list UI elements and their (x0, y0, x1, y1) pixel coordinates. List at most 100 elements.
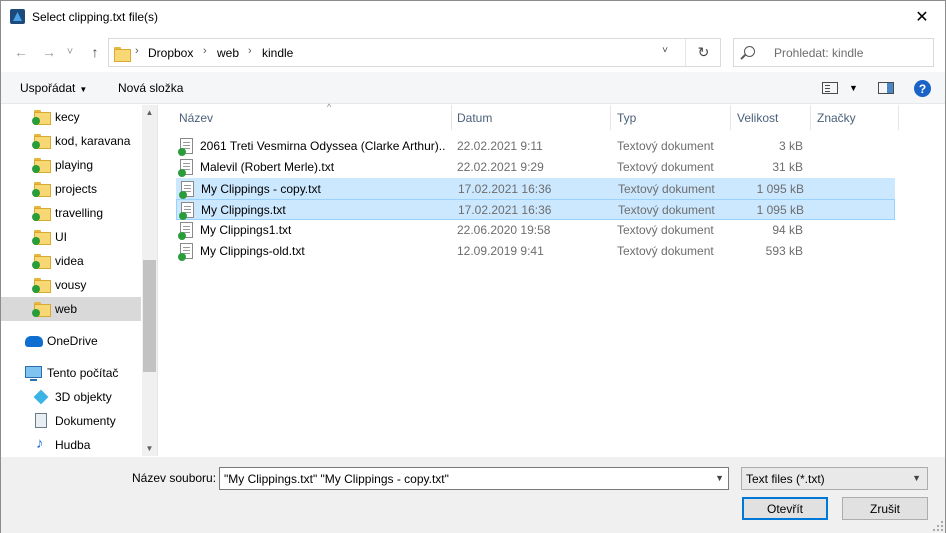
chevron-down-icon[interactable]: ▼ (715, 473, 724, 483)
breadcrumb-dropbox[interactable]: Dropbox (148, 46, 193, 60)
3d-objects-icon (33, 389, 49, 405)
cancel-button[interactable]: Zrušit (842, 497, 928, 520)
column-header-tags[interactable]: Značky (817, 105, 897, 130)
sidebar-item-projects[interactable]: projects (1, 177, 141, 201)
column-header-date[interactable]: Datum (457, 105, 609, 130)
forward-button[interactable]: → (39, 42, 59, 62)
sidebar-item-documents[interactable]: Dokumenty (1, 409, 141, 433)
file-row-selected[interactable]: My Clippings - copy.txt 17.02.2021 16:36… (176, 178, 895, 199)
organize-label: Uspořádat (20, 81, 76, 95)
sync-check-icon (178, 253, 186, 261)
documents-icon (35, 413, 47, 428)
file-type: Textový dokument (617, 139, 714, 153)
sync-check-icon (32, 117, 40, 125)
sidebar-item-label: 3D objekty (55, 390, 112, 404)
recent-locations-button[interactable]: ˅ (63, 42, 77, 62)
address-bar[interactable]: › Dropbox › web › kindle ˅ ↻ (108, 38, 721, 67)
file-name: My Clippings - copy.txt (201, 182, 321, 196)
file-date: 22.06.2020 19:58 (457, 223, 551, 237)
column-header-name[interactable]: Název ^ (179, 102, 451, 130)
file-type: Textový dokument (617, 160, 714, 174)
sync-check-icon (179, 212, 187, 220)
sidebar-item-label: vousy (55, 278, 87, 292)
column-header-label: Název (179, 111, 214, 125)
column-divider[interactable] (810, 105, 811, 130)
column-header-size[interactable]: Velikost (737, 105, 809, 130)
close-button[interactable]: ✕ (899, 1, 945, 32)
new-folder-button[interactable]: Nová složka (118, 81, 183, 95)
folder-icon (32, 253, 51, 269)
computer-icon (25, 366, 42, 381)
sidebar-item-travelling[interactable]: travelling (1, 201, 141, 225)
up-button[interactable]: ↑ (85, 42, 105, 62)
file-size: 1 095 kB (756, 203, 804, 217)
back-button[interactable]: ← (11, 42, 31, 62)
search-input[interactable]: Prohledat: kindle (774, 46, 863, 60)
navigation-bar: ← → ˅ ↑ › Dropbox › web › kindle ˅ ↻ Pro… (1, 34, 945, 70)
sidebar-item-label: UI (55, 230, 67, 244)
file-type-filter-value: Text files (*.txt) (746, 472, 825, 486)
scrollbar-thumb[interactable] (143, 260, 156, 372)
sidebar-item-label: projects (55, 182, 98, 196)
sync-check-icon (32, 189, 40, 197)
organize-button[interactable]: Uspořádat ▼ (20, 81, 87, 95)
sidebar-item-videa[interactable]: videa (1, 249, 141, 273)
sidebar-item-web[interactable]: web (1, 297, 141, 321)
file-name: My Clippings-old.txt (200, 244, 305, 258)
sync-check-icon (32, 285, 40, 293)
sync-check-icon (32, 309, 40, 317)
filename-input[interactable] (224, 471, 704, 487)
sync-check-icon (178, 232, 186, 240)
sidebar-item-onedrive[interactable]: OneDrive (1, 329, 141, 353)
breadcrumb-separator: › (248, 45, 252, 57)
title-bar: Select clipping.txt file(s) ✕ (1, 1, 945, 32)
help-icon[interactable]: ? (914, 80, 931, 97)
file-size: 31 kB (772, 160, 803, 174)
chevron-down-icon[interactable]: ▼ (849, 83, 858, 93)
file-row[interactable]: 2061 Treti Vesmirna Odyssea (Clarke Arth… (176, 136, 895, 157)
breadcrumb-kindle[interactable]: kindle (262, 46, 293, 60)
refresh-button[interactable]: ↻ (685, 39, 721, 66)
view-options-icon[interactable] (822, 82, 838, 94)
resize-grip[interactable] (933, 521, 943, 531)
column-divider[interactable] (451, 105, 452, 130)
file-size: 94 kB (772, 223, 803, 237)
file-list: Název ^ Datum Typ Velikost Značky 2061 Tr… (159, 102, 945, 456)
toolbar: Uspořádat ▼ Nová složka ▼ ? (1, 72, 945, 104)
file-type-filter-select[interactable]: Text files (*.txt) ▼ (741, 467, 928, 490)
file-row[interactable]: My Clippings-old.txt 12.09.2019 9:41 Tex… (176, 241, 895, 262)
preview-pane-icon[interactable] (878, 82, 894, 94)
file-name: Malevil (Robert Merle).txt (200, 160, 335, 174)
breadcrumb-web[interactable]: web (217, 46, 239, 60)
column-divider[interactable] (610, 105, 611, 130)
sidebar-item-label: playing (55, 158, 94, 172)
sidebar-item-vousy[interactable]: vousy (1, 273, 141, 297)
scroll-up-icon[interactable]: ▲ (142, 108, 157, 117)
file-row-focused[interactable]: My Clippings.txt 17.02.2021 16:36 Textov… (176, 199, 895, 220)
column-divider[interactable] (898, 105, 899, 130)
sync-check-icon (179, 191, 187, 199)
sidebar-item-label: web (55, 302, 78, 316)
sidebar-scrollbar[interactable]: ▲ ▼ (142, 105, 157, 456)
folder-icon (32, 229, 51, 245)
folder-icon (114, 46, 131, 62)
file-row[interactable]: My Clippings1.txt 22.06.2020 19:58 Texto… (176, 220, 895, 241)
sidebar-item-kecy[interactable]: kecy (1, 105, 141, 129)
sidebar-item-playing[interactable]: playing (1, 153, 141, 177)
scroll-down-icon[interactable]: ▼ (142, 444, 157, 453)
column-header-type[interactable]: Typ (617, 105, 729, 130)
filename-combobox[interactable]: ▼ (219, 467, 729, 490)
sidebar-item-music[interactable]: ♪ Hudba (1, 433, 141, 456)
sidebar-item-this-pc[interactable]: Tento počítač (1, 361, 141, 385)
file-type: Textový dokument (618, 203, 715, 217)
open-button[interactable]: Otevřít (742, 497, 828, 520)
column-divider[interactable] (730, 105, 731, 130)
sync-check-icon (32, 141, 40, 149)
sidebar-item-ui[interactable]: UI (1, 225, 141, 249)
file-row[interactable]: Malevil (Robert Merle).txt 22.02.2021 9:… (176, 157, 895, 178)
sidebar-item-kod-karavana[interactable]: kod, karavana (1, 129, 141, 153)
search-box[interactable]: Prohledat: kindle (733, 38, 934, 67)
address-dropdown-button[interactable]: ˅ (655, 45, 675, 56)
sync-check-icon (178, 148, 186, 156)
sidebar-item-3d-objects[interactable]: 3D objekty (1, 385, 141, 409)
